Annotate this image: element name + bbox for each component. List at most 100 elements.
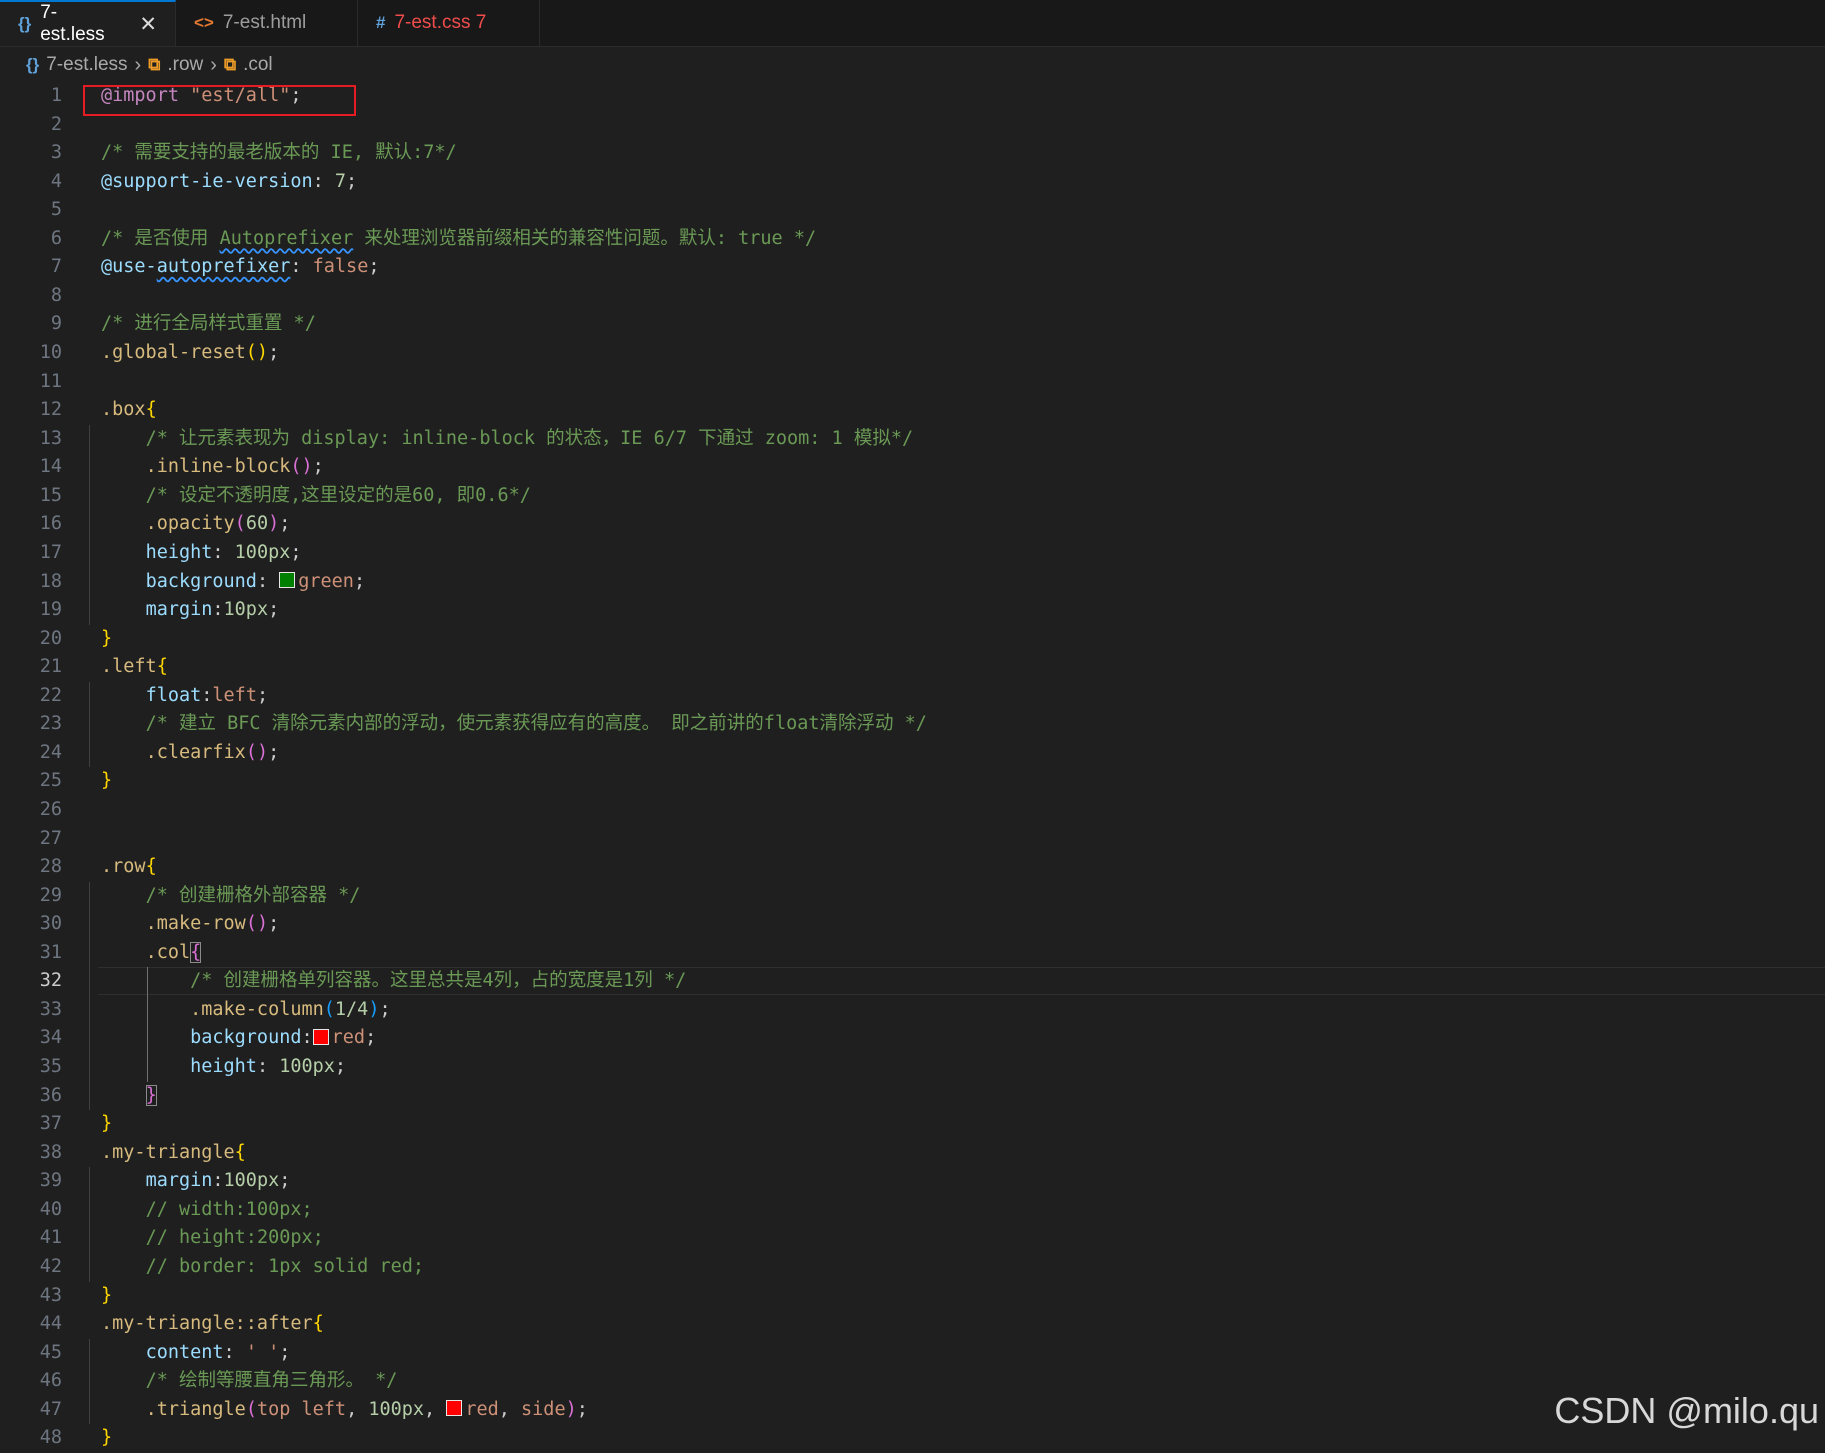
code-line[interactable]: 47 .triangle(top left, 100px, red, side)… — [0, 1396, 1825, 1425]
code-line[interactable]: 36 } — [0, 1082, 1825, 1111]
color-swatch[interactable] — [312, 1028, 329, 1045]
line-number: 45 — [39, 1341, 62, 1363]
code-line[interactable]: 25} — [0, 767, 1825, 796]
code-line[interactable]: 35 height: 100px; — [0, 1053, 1825, 1082]
code-line[interactable]: 5 — [0, 196, 1825, 225]
code-line[interactable]: 42 // border: 1px solid red; — [0, 1253, 1825, 1282]
code-line[interactable]: 1 @import "est/all"; — [0, 82, 1825, 111]
code-line[interactable]: 7 @use-autoprefixer: false; — [0, 253, 1825, 282]
code-line[interactable]: 18 background: green; — [0, 568, 1825, 597]
code-token: ; — [279, 513, 291, 535]
code-line[interactable]: 34 background: red; — [0, 1024, 1825, 1053]
code-token: /* 建立 BFC 清除元素内部的浮动，使元素获得应有的高度。 即之前讲的flo… — [145, 713, 927, 735]
code-line[interactable]: 46 /* 绘制等腰直角三角形。 */ — [0, 1367, 1825, 1396]
code-token: ; — [268, 342, 280, 364]
code-line[interactable]: 31 .col{ — [0, 939, 1825, 968]
breadcrumb-file[interactable]: {} 7-est.less — [26, 54, 128, 76]
code-line[interactable]: 48} — [0, 1424, 1825, 1453]
code-line[interactable]: 10 .global-reset(); — [0, 339, 1825, 368]
code-token: 1/4 — [334, 998, 369, 1020]
code-line[interactable]: 16 .opacity(60); — [0, 510, 1825, 539]
breadcrumb-file-label: 7-est.less — [46, 54, 128, 75]
code-token: red — [465, 1398, 499, 1420]
code-line[interactable]: 6 /* 是否使用 Autoprefixer 来处理浏览器前缀相关的兼容性问题。默… — [0, 225, 1825, 254]
tab-7-est-less[interactable]: {} 7-est.less ✕ — [0, 0, 176, 46]
code-token: 100px — [368, 1398, 425, 1420]
code-token: } — [101, 1284, 113, 1306]
code-token: .my-triangle::after — [101, 1313, 313, 1335]
code-line[interactable]: 3 /* 需要支持的最老版本的 IE, 默认:7*/ — [0, 139, 1825, 168]
code-token: ) — [565, 1398, 577, 1420]
code-line[interactable]: 27 — [0, 825, 1825, 854]
line-number: 14 — [39, 456, 62, 478]
code-line[interactable]: 40 // width:100px; — [0, 1196, 1825, 1225]
code-line[interactable]: 37} — [0, 1110, 1825, 1139]
code-line[interactable]: 20} — [0, 625, 1825, 654]
breadcrumb-symbol-row[interactable]: ⧉ .row — [148, 54, 203, 76]
code-line[interactable]: 17 height: 100px; — [0, 539, 1825, 568]
breadcrumb-symbol-label: .col — [243, 54, 273, 75]
code-line[interactable]: 19 margin:10px; — [0, 596, 1825, 625]
code-line[interactable]: 32 /* 创建栅格单列容器。这里总共是4列，占的宽度是1列 */ — [0, 967, 1825, 996]
line-number: 13 — [39, 427, 62, 449]
code-line[interactable]: 11 — [0, 368, 1825, 397]
code-line[interactable]: 44 .my-triangle::after{ — [0, 1310, 1825, 1339]
code-token: : — [290, 256, 313, 278]
code-line[interactable]: 9 /* 进行全局样式重置 */ — [0, 310, 1825, 339]
code-token: ; — [346, 170, 358, 192]
symbol-class-icon: ⧉ — [148, 55, 161, 74]
tab-7-est-css[interactable]: # 7-est.css 7 — [358, 0, 540, 46]
code-editor[interactable]: 1 @import "est/all"; 2 3/* 需要支持的最老版本的 IE, 默… — [0, 82, 1825, 1448]
code-token: ( — [245, 1398, 257, 1420]
close-icon[interactable]: ✕ — [139, 12, 157, 37]
code-line[interactable]: 13 /* 让元素表现为 display: inline-block 的状态，I… — [0, 425, 1825, 454]
code-line[interactable]: 33 .make-column(1/4); — [0, 996, 1825, 1025]
tab-7-est-html[interactable]: <> 7-est.html — [176, 0, 358, 46]
indent-guide — [89, 1338, 90, 1425]
code-line[interactable]: 21 .left{ — [0, 653, 1825, 682]
code-line[interactable]: 45 content: ' '; — [0, 1339, 1825, 1368]
code-token: float — [145, 684, 202, 706]
line-number: 8 — [50, 284, 62, 306]
code-line[interactable]: 8 — [0, 282, 1825, 311]
code-line[interactable]: 30 .make-row(); — [0, 910, 1825, 939]
code-text: /* 创建栅格单列容器。这里总共是4列，占的宽度是1列 */ — [97, 967, 1825, 996]
code-text: float:left; — [101, 682, 269, 711]
code-line[interactable]: 29 /* 创建栅格外部容器 */ — [0, 882, 1825, 911]
code-line[interactable]: 4 @support-ie-version: 7; — [0, 168, 1825, 197]
code-token: .clearfix — [145, 741, 246, 763]
code-line[interactable]: 24 .clearfix(); — [0, 739, 1825, 768]
color-swatch[interactable] — [446, 1400, 463, 1417]
code-line[interactable]: 41 // height:200px; — [0, 1224, 1825, 1253]
code-token: , — [498, 1398, 522, 1420]
code-line[interactable]: 39 margin:100px; — [0, 1167, 1825, 1196]
code-token: margin — [145, 599, 213, 621]
code-token: : — [212, 541, 235, 563]
code-line[interactable]: 12 .box{ — [0, 396, 1825, 425]
code-line[interactable]: 22 float:left; — [0, 682, 1825, 711]
color-swatch[interactable] — [279, 572, 296, 589]
line-number: 10 — [39, 342, 62, 364]
line-number: 29 — [39, 884, 62, 906]
code-line[interactable]: 26 — [0, 796, 1825, 825]
breadcrumb-symbol-col[interactable]: ⧉ .col — [224, 54, 273, 76]
line-number: 39 — [39, 1170, 62, 1192]
code-token: // width:100px; — [145, 1198, 313, 1220]
code-token: top left — [256, 1398, 347, 1420]
code-line[interactable]: 38 .my-triangle{ — [0, 1139, 1825, 1168]
code-line[interactable]: 15 /* 设定不透明度,这里设定的是60, 即0.6*/ — [0, 482, 1825, 511]
line-number: 38 — [39, 1141, 62, 1163]
code-line[interactable]: 28 .row{ — [0, 853, 1825, 882]
code-line[interactable]: 14 .inline-block(); — [0, 453, 1825, 482]
code-line[interactable]: 23 /* 建立 BFC 清除元素内部的浮动，使元素获得应有的高度。 即之前讲的… — [0, 710, 1825, 739]
code-line[interactable]: 2 — [0, 111, 1825, 140]
tab-bar: {} 7-est.less ✕ <> 7-est.html # 7-est.cs… — [0, 0, 1825, 47]
code-line[interactable]: 43} — [0, 1282, 1825, 1311]
code-token: ; — [353, 570, 366, 592]
